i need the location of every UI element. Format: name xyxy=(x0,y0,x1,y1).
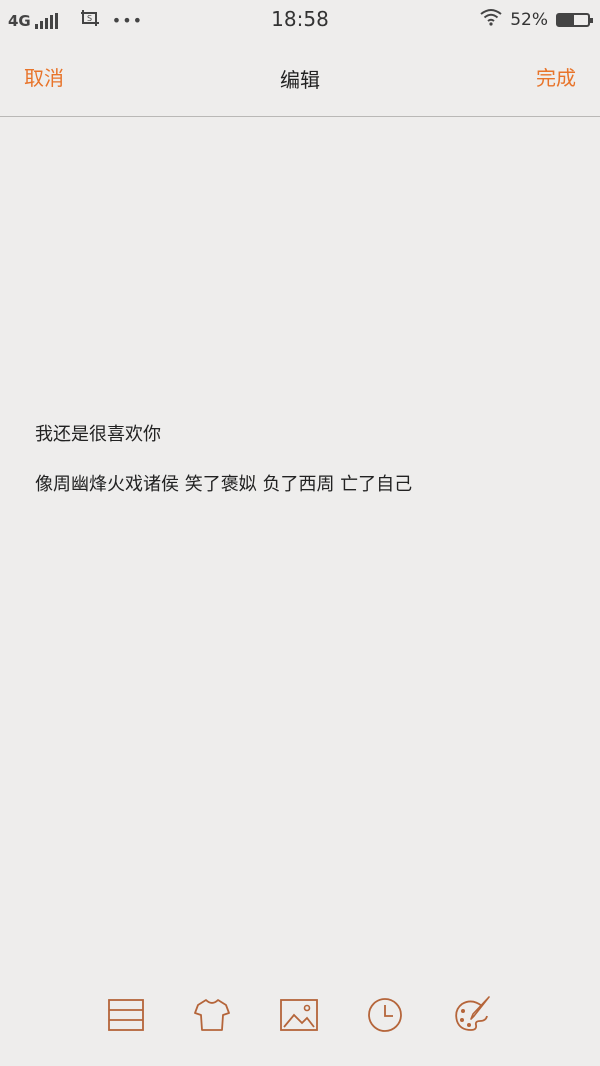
done-button[interactable]: 完成 xyxy=(536,62,576,91)
nav-bar: 取消 编辑 完成 xyxy=(0,40,600,117)
list-icon[interactable] xyxy=(106,994,146,1034)
status-right: 52% xyxy=(480,8,593,31)
note-line: 像周幽烽火戏诸侯 笑了褒姒 负了西周 亡了自己 xyxy=(35,474,413,495)
battery-icon xyxy=(556,12,593,27)
battery-fill xyxy=(558,14,574,25)
page-title: 编辑 xyxy=(280,68,320,92)
status-bar: 4G S ••• 18:58 52% xyxy=(0,0,600,40)
palette-icon[interactable] xyxy=(452,994,492,1034)
bottom-toolbar xyxy=(0,988,600,1044)
shirt-icon[interactable] xyxy=(192,994,232,1034)
note-editor-screen: 4G S ••• 18:58 52% 取消 编辑 完成 我还是很喜欢你 像周幽烽… xyxy=(0,0,600,1066)
battery-percent: 52% xyxy=(510,9,548,30)
wifi-icon xyxy=(480,8,502,31)
note-line: 我还是很喜欢你 xyxy=(35,424,161,445)
clock-icon[interactable] xyxy=(365,994,405,1034)
image-icon[interactable] xyxy=(279,994,319,1034)
note-text-area[interactable]: 我还是很喜欢你 像周幽烽火戏诸侯 笑了褒姒 负了西周 亡了自己 xyxy=(0,118,600,978)
